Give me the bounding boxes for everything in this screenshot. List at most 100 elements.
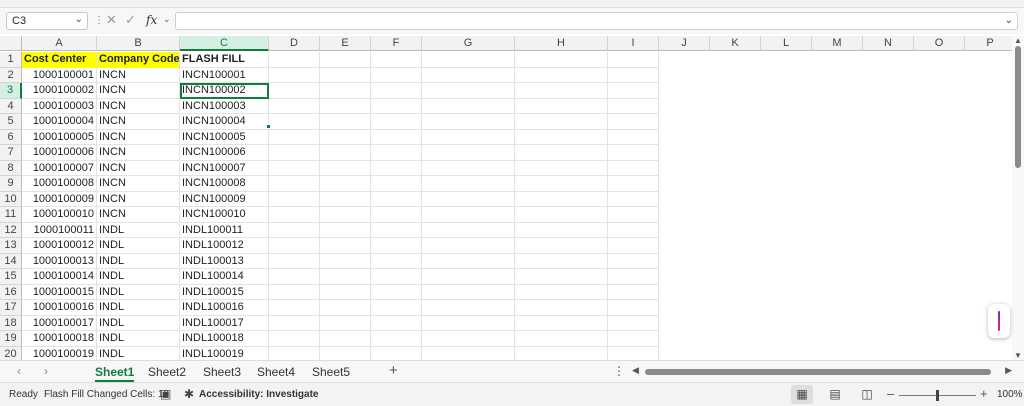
cell-b10[interactable]: INCN: [97, 191, 180, 207]
cell-a12[interactable]: 1000100011: [22, 222, 97, 238]
cell-c7[interactable]: INCN100006: [180, 145, 269, 161]
cell-i17[interactable]: [608, 300, 659, 316]
cell-a5[interactable]: 1000100004: [22, 114, 97, 130]
cell-d5[interactable]: [269, 114, 320, 130]
cell-f3[interactable]: [371, 83, 422, 99]
column-header-n[interactable]: N: [863, 36, 914, 51]
cell-c15[interactable]: INDL100014: [180, 269, 269, 285]
cell-f15[interactable]: [371, 269, 422, 285]
vertical-scroll-thumb[interactable]: [1015, 46, 1021, 168]
sheet-tab-1[interactable]: Sheet1: [95, 365, 135, 382]
cell-h14[interactable]: [515, 253, 608, 269]
cell-f8[interactable]: [371, 160, 422, 176]
cell-e20[interactable]: [320, 346, 371, 360]
zoom-level[interactable]: 100%: [997, 389, 1023, 400]
row-header[interactable]: 16: [0, 284, 22, 300]
column-header-m[interactable]: M: [812, 36, 863, 51]
cell-e15[interactable]: [320, 269, 371, 285]
select-all-corner[interactable]: [0, 36, 22, 51]
chevron-down-icon[interactable]: ⌄: [75, 14, 83, 25]
row-header[interactable]: 20: [0, 346, 22, 360]
cell-g9[interactable]: [422, 176, 515, 192]
cell-i19[interactable]: [608, 331, 659, 347]
cell-f10[interactable]: [371, 191, 422, 207]
cell-h9[interactable]: [515, 176, 608, 192]
cell-d9[interactable]: [269, 176, 320, 192]
cell-b11[interactable]: INCN: [97, 207, 180, 223]
enter-check-icon[interactable]: ✓: [125, 12, 136, 28]
cell-a15[interactable]: 1000100014: [22, 269, 97, 285]
name-box[interactable]: C3 ⌄: [6, 12, 88, 30]
cell-d7[interactable]: [269, 145, 320, 161]
cell-e2[interactable]: [320, 67, 371, 83]
cell-a6[interactable]: 1000100005: [22, 129, 97, 145]
cell-i7[interactable]: [608, 145, 659, 161]
row-header[interactable]: 6: [0, 129, 22, 145]
cell-g1[interactable]: [422, 52, 515, 68]
cell-f6[interactable]: [371, 129, 422, 145]
cell-d10[interactable]: [269, 191, 320, 207]
cell-h1[interactable]: [515, 52, 608, 68]
cell-i2[interactable]: [608, 67, 659, 83]
cell-e11[interactable]: [320, 207, 371, 223]
row-header[interactable]: 19: [0, 331, 22, 347]
row-header[interactable]: 15: [0, 269, 22, 285]
cell-a17[interactable]: 1000100016: [22, 300, 97, 316]
cell-a9[interactable]: 1000100008: [22, 176, 97, 192]
cell-a8[interactable]: 1000100007: [22, 160, 97, 176]
cell-i5[interactable]: [608, 114, 659, 130]
cell-g18[interactable]: [422, 315, 515, 331]
cell-c1[interactable]: FLASH FILL: [180, 52, 269, 68]
row-header[interactable]: 8: [0, 160, 22, 176]
cell-a16[interactable]: 1000100015: [22, 284, 97, 300]
cell-d13[interactable]: [269, 238, 320, 254]
cell-f1[interactable]: [371, 52, 422, 68]
cell-c4[interactable]: INCN100003: [180, 98, 269, 114]
cell-c14[interactable]: INDL100013: [180, 253, 269, 269]
column-header-d[interactable]: D: [269, 36, 320, 51]
cell-g5[interactable]: [422, 114, 515, 130]
cell-i1[interactable]: [608, 52, 659, 68]
cell-i11[interactable]: [608, 207, 659, 223]
horizontal-scroll-thumb[interactable]: [645, 369, 991, 375]
cell-d14[interactable]: [269, 253, 320, 269]
cell-a13[interactable]: 1000100012: [22, 238, 97, 254]
cell-c10[interactable]: INCN100009: [180, 191, 269, 207]
cell-h16[interactable]: [515, 284, 608, 300]
status-accessibility[interactable]: Accessibility: Investigate: [199, 389, 319, 400]
cell-a11[interactable]: 1000100010: [22, 207, 97, 223]
macro-record-icon[interactable]: ▣: [160, 387, 171, 401]
cell-b8[interactable]: INCN: [97, 160, 180, 176]
row-header[interactable]: 12: [0, 222, 22, 238]
cell-g6[interactable]: [422, 129, 515, 145]
cell-c18[interactable]: INDL100017: [180, 315, 269, 331]
cell-f18[interactable]: [371, 315, 422, 331]
cell-g20[interactable]: [422, 346, 515, 360]
cell-g4[interactable]: [422, 98, 515, 114]
chevron-left-icon[interactable]: ‹: [17, 364, 21, 378]
cell-c8[interactable]: INCN100007: [180, 160, 269, 176]
row-header[interactable]: 2: [0, 67, 22, 83]
column-header-c[interactable]: C: [180, 36, 269, 51]
column-header-h[interactable]: H: [515, 36, 608, 51]
chevron-right-icon[interactable]: ›: [44, 364, 48, 378]
cell-b14[interactable]: INDL: [97, 253, 180, 269]
cell-e1[interactable]: [320, 52, 371, 68]
cell-b5[interactable]: INCN: [97, 114, 180, 130]
row-header[interactable]: 11: [0, 207, 22, 223]
row-header[interactable]: 1: [0, 52, 22, 68]
row-header[interactable]: 17: [0, 300, 22, 316]
cell-e17[interactable]: [320, 300, 371, 316]
normal-view-button[interactable]: ▦: [791, 385, 813, 404]
row-header[interactable]: 7: [0, 145, 22, 161]
cell-f5[interactable]: [371, 114, 422, 130]
column-header-j[interactable]: J: [659, 36, 710, 51]
cell-e7[interactable]: [320, 145, 371, 161]
cell-c9[interactable]: INCN100008: [180, 176, 269, 192]
cell-g17[interactable]: [422, 300, 515, 316]
cell-b13[interactable]: INDL: [97, 238, 180, 254]
cell-g12[interactable]: [422, 222, 515, 238]
cell-f14[interactable]: [371, 253, 422, 269]
cell-h17[interactable]: [515, 300, 608, 316]
cell-h15[interactable]: [515, 269, 608, 285]
